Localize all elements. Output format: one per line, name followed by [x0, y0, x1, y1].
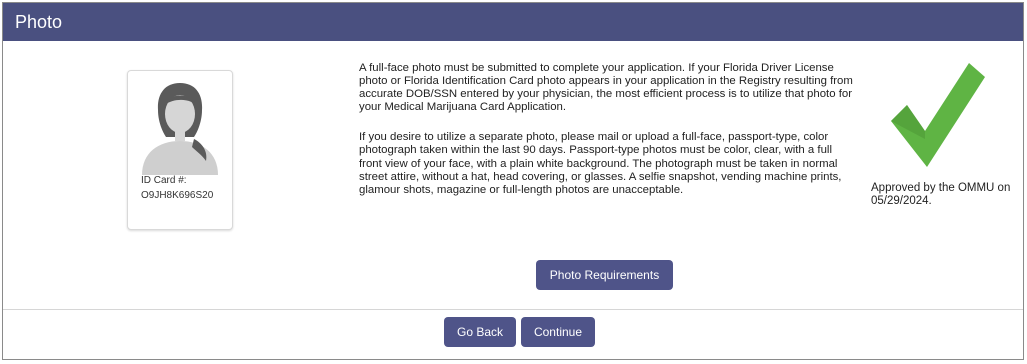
person-silhouette-icon: [142, 83, 218, 175]
section-header: Photo: [3, 3, 1023, 41]
id-card: ID Card #: O9JH8K696S20: [127, 70, 233, 230]
id-card-label: ID Card #:: [141, 175, 187, 186]
checkmark-icon: [891, 63, 985, 167]
photo-requirements-button[interactable]: Photo Requirements: [536, 260, 673, 290]
photo-instructions: A full-face photo must be submitted to c…: [359, 62, 853, 197]
approval-status: Approved by the OMMU on 05/29/2024.: [871, 182, 1011, 207]
go-back-button[interactable]: Go Back: [444, 317, 516, 347]
instructions-paragraph-2: If you desire to utilize a separate phot…: [359, 131, 842, 196]
instructions-paragraph-1: A full-face photo must be submitted to c…: [359, 62, 853, 114]
footer-divider: [3, 309, 1023, 310]
photo-panel: Photo ID Card #: O9JH8K696S20 A full-fac…: [2, 2, 1024, 360]
continue-button[interactable]: Continue: [521, 317, 595, 347]
id-card-number: O9JH8K696S20: [141, 190, 214, 201]
section-title: Photo: [15, 12, 63, 32]
